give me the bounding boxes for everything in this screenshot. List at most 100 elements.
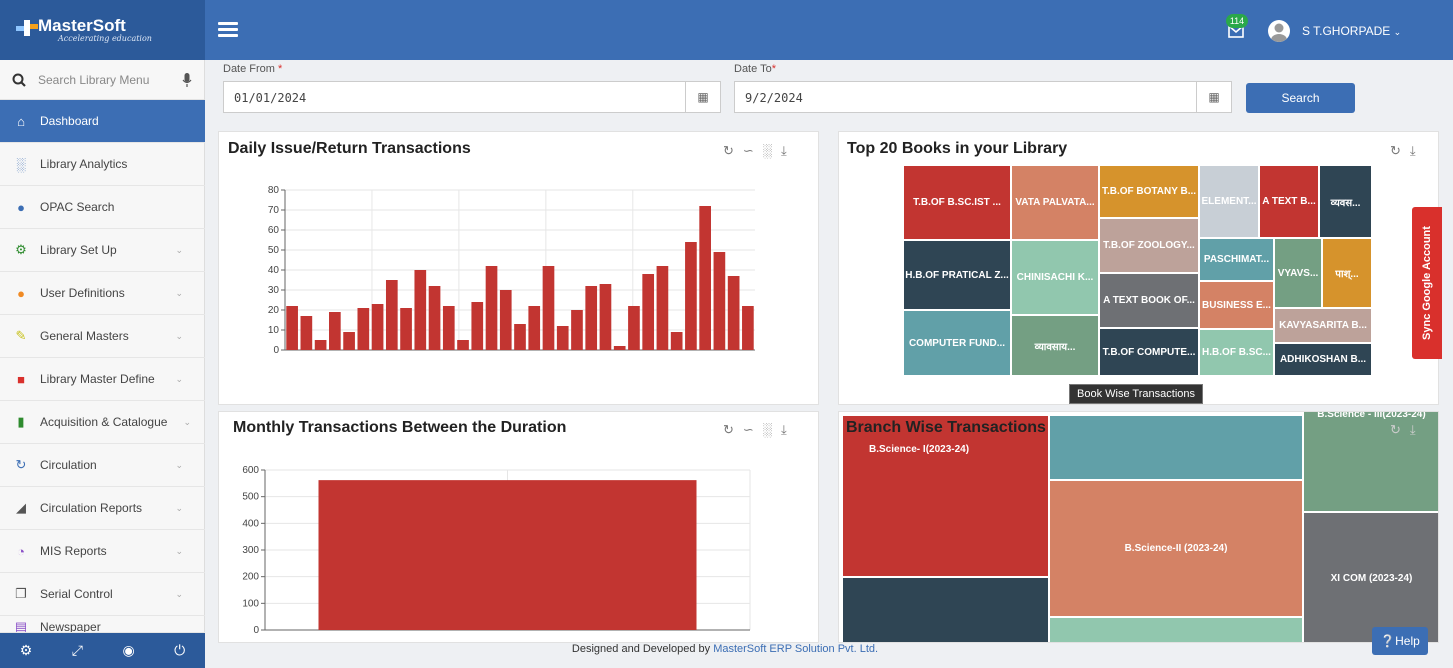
gear-icon[interactable]: ⚙ [20, 642, 33, 659]
bar [314, 340, 327, 350]
restore-icon[interactable]: ↻ [1390, 143, 1401, 159]
bar-chart-icon: ░ [16, 156, 26, 172]
treemap-cell[interactable]: पाश्... [1322, 238, 1372, 308]
sidebar-item-serial-control[interactable]: ❐ Serial Control ⌄ [0, 573, 205, 616]
sidebar-item-acquisition-catalogue[interactable]: ▮ Acquisition & Catalogue ⌄ [0, 401, 205, 444]
chevron-down-icon: ⌄ [175, 287, 183, 298]
treemap-cell[interactable]: B.Science- I(2023-24) [842, 415, 1049, 577]
sidebar-item-label: Circulation Reports [40, 501, 143, 515]
sidebar-item-circulation[interactable]: ↻ Circulation ⌄ [0, 444, 205, 487]
eye-slash-icon[interactable]: ◉ [122, 642, 134, 659]
chevron-down-icon: ⌄ [175, 459, 183, 470]
search-input[interactable]: Search Library Menu [38, 73, 182, 87]
user-name: S T.GHORPADE [1302, 24, 1391, 38]
bar-chart-icon[interactable]: ░ [763, 143, 772, 159]
restore-icon[interactable]: ↻ [723, 422, 734, 438]
bar [727, 276, 740, 350]
treemap-cell[interactable]: COMPUTER FUND... [903, 310, 1011, 376]
sidebar-search[interactable]: Search Library Menu [0, 60, 204, 100]
calendar-icon[interactable]: ▦ [1196, 81, 1232, 113]
restore-icon[interactable]: ↻ [723, 143, 734, 159]
treemap-cell[interactable]: KAVYASARITA B... [1274, 308, 1372, 343]
users-icon: ● [17, 285, 25, 301]
sidebar-item-label: General Masters [40, 329, 129, 343]
sidebar-item-circulation-reports[interactable]: ◢ Circulation Reports ⌄ [0, 487, 205, 530]
treemap-cell[interactable]: H.B.OF B.SC... [1199, 329, 1274, 376]
treemap-cell[interactable]: XI COM (2023-24) [1303, 512, 1438, 642]
sidebar-item-library-master-define[interactable]: ■ Library Master Define ⌄ [0, 358, 205, 401]
treemap-cell[interactable]: T.B.OF BOTANY B... [1099, 165, 1199, 218]
sidebar-item-label: Library Master Define [40, 372, 155, 386]
sidebar-item-opac-search[interactable]: ● OPAC Search [0, 186, 205, 229]
treemap-cell[interactable] [1049, 617, 1303, 642]
line-chart-icon[interactable]: ∽ [743, 422, 754, 438]
treemap-cell[interactable]: PASCHIMAT... [1199, 238, 1274, 281]
y-tick-label: 400 [242, 518, 259, 529]
power-icon[interactable]: ⏻ [174, 642, 185, 659]
treemap-cell[interactable]: ADHIKOSHAN B... [1274, 343, 1372, 376]
bar [670, 332, 683, 350]
cogs-icon: ⚙ [15, 242, 27, 257]
download-icon[interactable]: ⤓ [781, 143, 787, 159]
date-to-field[interactable]: 9/2/2024 [734, 81, 1197, 113]
expand-icon[interactable]: ⤢ [72, 642, 83, 659]
sidebar-item-label: Library Analytics [40, 157, 128, 171]
chart-tooltip: Book Wise Transactions [1069, 384, 1203, 404]
sidebar-item-general-masters[interactable]: ✎ General Masters ⌄ [0, 315, 205, 358]
calendar-icon[interactable]: ▦ [685, 81, 721, 113]
refresh-icon: ↻ [15, 457, 27, 472]
date-from-field[interactable]: 01/01/2024 [223, 81, 686, 113]
date-from-label: Date From * [223, 63, 283, 75]
bar-chart-icon[interactable]: ░ [763, 422, 772, 438]
sidebar-item-dashboard[interactable]: ⌂ Dashboard [0, 100, 205, 143]
download-icon[interactable]: ⤓ [781, 422, 787, 438]
brand-logo[interactable]: MasterSoft Accelerating education [0, 0, 205, 60]
page-footer: Designed and Developed by MasterSoft ERP… [571, 643, 879, 655]
company-link[interactable]: MasterSoft ERP Solution Pvt. Ltd. [713, 643, 878, 655]
panel-title: Daily Issue/Return Transactions [228, 140, 471, 157]
menu-toggle-icon[interactable] [218, 22, 238, 38]
treemap-cell[interactable]: B.Science - III(2023-24) [1303, 412, 1438, 512]
sidebar-item-user-definitions[interactable]: ● User Definitions ⌄ [0, 272, 205, 315]
sidebar-item-newspaper[interactable]: ▤ Newspaper [0, 616, 205, 633]
bar [599, 284, 612, 350]
treemap-cell[interactable]: BUSINESS E... [1199, 281, 1274, 329]
download-icon[interactable]: ⤓ [1410, 143, 1416, 159]
treemap-cell[interactable]: H.B.OF PRATICAL Z... [903, 240, 1011, 310]
sync-google-account-tab[interactable]: Sync Google Account [1412, 207, 1442, 359]
sidebar-item-label: MIS Reports [40, 544, 107, 558]
treemap-cell[interactable] [1049, 415, 1303, 480]
user-menu[interactable]: S T.GHORPADE ⌄ [1302, 24, 1401, 38]
chart-toolbar: ↻ ∽ ░ ⤓ [723, 422, 787, 438]
sidebar-item-mis-reports[interactable]: ◔ MIS Reports ⌄ [0, 530, 205, 573]
bar [471, 302, 484, 350]
treemap-cell[interactable]: T.B.OF COMPUTE... [1099, 328, 1199, 376]
treemap-cell[interactable]: A TEXT B... [1259, 165, 1319, 238]
bar [286, 306, 298, 350]
treemap-cell[interactable]: ELEMENT... [1199, 165, 1259, 238]
treemap-cell[interactable]: A TEXT BOOK OF... [1099, 273, 1199, 328]
line-chart-icon[interactable]: ∽ [743, 143, 754, 159]
treemap-cell[interactable] [842, 577, 1049, 642]
help-icon: ❔ [1380, 634, 1396, 648]
user-avatar[interactable] [1268, 20, 1290, 42]
treemap-cell[interactable]: व्यावसाय... [1011, 315, 1099, 376]
sidebar-item-library-analytics[interactable]: ░ Library Analytics [0, 143, 205, 186]
treemap-cell[interactable]: व्यवस... [1319, 165, 1372, 238]
treemap-cell[interactable]: T.B.OF B.SC.IST ... [903, 165, 1011, 240]
treemap-cell[interactable]: B.Science-II (2023-24) [1049, 480, 1303, 617]
restore-icon[interactable]: ↻ [1390, 422, 1401, 438]
notification-badge: 114 [1226, 14, 1248, 28]
search-button[interactable]: Search [1246, 83, 1355, 113]
help-button[interactable]: ❔Help [1372, 627, 1428, 655]
sidebar-item-label: Newspaper [40, 620, 101, 633]
microphone-icon[interactable] [182, 72, 192, 87]
treemap-cell[interactable]: VATA PALVATA... [1011, 165, 1099, 240]
chart-toolbar: ↻ ∽ ░ ⤓ [723, 143, 787, 159]
sidebar-item-library-setup[interactable]: ⚙ Library Set Up ⌄ [0, 229, 205, 272]
sync-google-account-label: Sync Google Account [1421, 226, 1433, 340]
treemap-cell[interactable]: CHINISACHI K... [1011, 240, 1099, 315]
treemap-cell[interactable]: T.B.OF ZOOLOGY... [1099, 218, 1199, 273]
download-icon[interactable]: ⤓ [1410, 422, 1416, 438]
treemap-cell[interactable]: VYAVS... [1274, 238, 1322, 308]
